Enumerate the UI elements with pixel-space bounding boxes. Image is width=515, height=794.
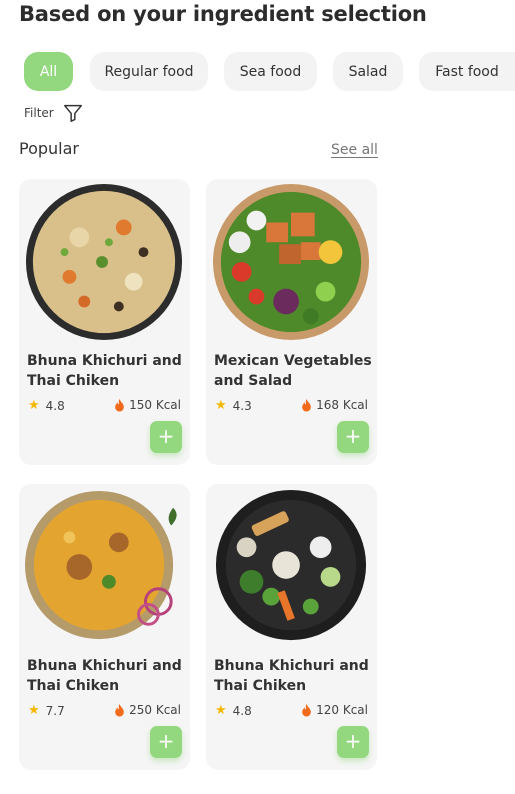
food-image-rice-plate [25, 183, 183, 341]
star-icon: ★ [28, 398, 40, 413]
calories-value: 250 Kcal [129, 703, 181, 717]
flame-icon [115, 703, 124, 716]
rating: ★ 4.8 [28, 398, 65, 413]
flame-icon [302, 703, 311, 716]
chip-fast-food[interactable]: Fast food [419, 52, 515, 91]
section-title-popular: Popular [19, 139, 79, 158]
see-all-link[interactable]: See all [331, 142, 378, 158]
star-icon: ★ [215, 703, 227, 718]
calories: 120 Kcal [301, 703, 368, 717]
add-button[interactable]: + [337, 726, 369, 758]
food-image-salad-bowl [212, 183, 370, 341]
calories: 168 Kcal [301, 398, 368, 412]
calories-value: 168 Kcal [316, 398, 368, 412]
food-name: Bhuna Khichuri and Thai Chiken [27, 353, 182, 389]
food-card[interactable]: Mexican Vegetables and Salad ★ 4.3 168 Kc… [206, 179, 377, 465]
rating: ★ 4.8 [215, 703, 252, 718]
rating-value: 4.3 [232, 398, 252, 413]
rating: ★ 7.7 [28, 703, 65, 718]
filter-funnel-icon[interactable] [62, 102, 84, 124]
calories: 250 Kcal [114, 703, 181, 717]
filter-label: Filter [24, 106, 54, 120]
flame-icon [302, 398, 311, 411]
plus-icon: + [157, 424, 175, 448]
flame-icon [115, 398, 124, 411]
food-name: Bhuna Khichuri and Thai Chiken [214, 658, 369, 694]
plus-icon: + [157, 729, 175, 753]
plus-icon: + [344, 729, 362, 753]
chip-all[interactable]: All [24, 52, 73, 91]
rating: ★ 4.3 [215, 398, 252, 413]
add-button[interactable]: + [150, 726, 182, 758]
rating-value: 4.8 [45, 398, 65, 413]
chip-salad[interactable]: Salad [333, 52, 403, 91]
page-title: Based on your ingredient selection [19, 2, 427, 26]
chip-regular-food[interactable]: Regular food [90, 52, 208, 91]
star-icon: ★ [28, 703, 40, 718]
food-name: Mexican Vegetables and Salad [214, 353, 372, 389]
add-button[interactable]: + [150, 421, 182, 453]
add-button[interactable]: + [337, 421, 369, 453]
plus-icon: + [344, 424, 362, 448]
filter-control[interactable]: Filter [24, 102, 84, 124]
chip-sea-food[interactable]: Sea food [224, 52, 317, 91]
rating-value: 7.7 [45, 703, 65, 718]
food-name: Bhuna Khichuri and Thai Chiken [27, 658, 182, 694]
food-card[interactable]: Bhuna Khichuri and Thai Chiken ★ 4.8 150 … [19, 179, 190, 465]
food-card[interactable]: Bhuna Khichuri and Thai Chiken ★ 4.8 120 … [206, 484, 377, 770]
calories: 150 Kcal [114, 398, 181, 412]
food-card[interactable]: Bhuna Khichuri and Thai Chiken ★ 7.7 250 … [19, 484, 190, 770]
calories-value: 120 Kcal [316, 703, 368, 717]
star-icon: ★ [215, 398, 227, 413]
food-image-poke-bowl [215, 489, 367, 641]
calories-value: 150 Kcal [129, 398, 181, 412]
food-image-biryani [25, 490, 177, 640]
rating-value: 4.8 [232, 703, 252, 718]
